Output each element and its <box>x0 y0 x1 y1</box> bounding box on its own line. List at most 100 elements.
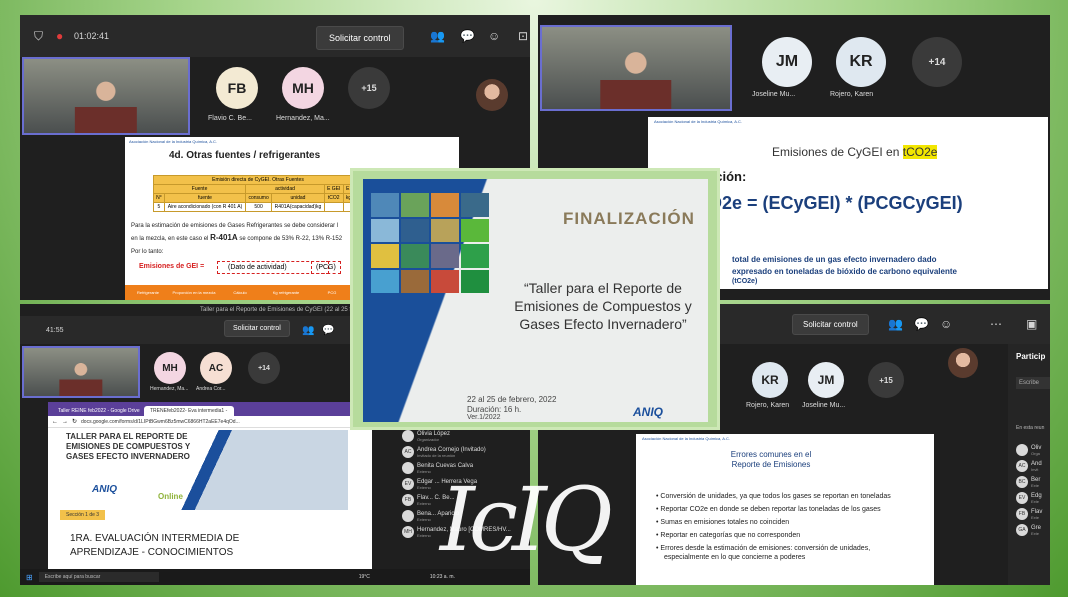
participant-role: Invitado de la reunión <box>417 452 456 458</box>
form-banner: TALLER PARA EL REPORTE DE EMISIONES DE C… <box>52 430 348 510</box>
share-icon[interactable]: ⊡ <box>518 29 528 43</box>
request-control-button[interactable]: Solicitar control <box>224 320 290 337</box>
final-heading: FINALIZACIÓN <box>563 209 695 228</box>
meeting-toolbar: ⛉ ● 01:02:41 Solicitar control 👥 💬 ☺ ⊡ <box>20 15 530 57</box>
participant-avatar: FB <box>402 494 414 506</box>
more-participants[interactable]: +15 <box>868 362 904 398</box>
bullet-item: • Sumas en emisiones totales no coincide… <box>656 519 790 526</box>
browser-tabs: Taller REINE feb2022 - Google Drive TREN… <box>48 402 372 416</box>
workshop-duration: Duración: 16 h. <box>467 405 522 414</box>
chat-icon[interactable]: 💬 <box>460 29 475 43</box>
participant-avatar: EV <box>402 478 414 490</box>
participant-row[interactable]: Oliv Orga <box>1016 444 1050 456</box>
avatar-jm: JM <box>762 37 812 87</box>
participant-name: Oliv <box>1031 444 1042 451</box>
participant-name: Edg <box>1031 492 1042 499</box>
industry-collage <box>371 193 489 293</box>
meeting-timer: 01:02:41 <box>74 31 110 41</box>
participant-name: Ber <box>1031 476 1041 483</box>
record-icon: ● <box>56 29 64 43</box>
participant-role: Orga <box>1031 450 1040 456</box>
more-participants[interactable]: +14 <box>248 352 280 384</box>
participant-name-fb: Flavio C. Be... <box>208 115 252 122</box>
participant-avatar <box>1016 444 1028 456</box>
shared-slide-errors: Asociación Nacional de la Industria Quím… <box>636 434 934 585</box>
final-slide: FINALIZACIÓN “Taller para el Reporte de … <box>363 179 708 422</box>
participant-role: Exte <box>1031 530 1040 536</box>
windows-taskbar: ⊞ Escribe aquí para buscar 19°C 10:23 a.… <box>20 569 530 585</box>
participant-row[interactable]: AC Andrea Cornejo (Invitado) Invitado de l… <box>402 446 522 458</box>
participant-role: Invit <box>1031 466 1039 472</box>
tab-drive[interactable]: Taller REINE feb2022 - Google Drive <box>52 406 142 416</box>
participant-avatar: AC <box>402 446 414 458</box>
participant-name: And <box>1031 460 1042 467</box>
request-control-button[interactable]: Solicitar control <box>792 314 869 335</box>
participant-role: Exte <box>1031 514 1040 520</box>
participant-row[interactable]: GA Gre Exte <box>1016 524 1050 536</box>
address-bar[interactable]: ← → ↻ docs.google.com/forms/d/1LIPtBGwm6… <box>48 416 372 428</box>
bullet-list: • Conversión de unidades, ya que todos l… <box>656 492 916 566</box>
chat-icon[interactable]: 💬 <box>322 325 334 336</box>
tab-forms[interactable]: TRENEfeb2022- Eva intermedia1 - <box>144 406 234 416</box>
timer: 41:55 <box>46 326 64 334</box>
participants-side-panel: Particip Escribe En esta reun Oliv Orga AC… <box>1008 344 1050 585</box>
slide-heading: Errores comunes en el Reporte de Emision… <box>730 450 812 469</box>
reactions-icon[interactable]: ☺ <box>940 317 952 331</box>
request-control-button[interactable]: Solicitar control <box>316 26 404 50</box>
browser-window: Taller REINE feb2022 - Google Drive TREN… <box>48 402 372 570</box>
final-slide-frame: FINALIZACIÓN “Taller para el Reporte de … <box>350 168 720 430</box>
participant-row[interactable]: AC And Invit <box>1016 460 1050 472</box>
taskbar-search[interactable]: Escribe aquí para buscar <box>38 572 159 582</box>
people-icon[interactable]: 👥 <box>302 325 314 336</box>
participant-row[interactable]: FB Flav Exte <box>1016 508 1050 520</box>
camera-icon[interactable]: ▣ <box>1026 317 1037 331</box>
participant-name-mh: Hernandez, Ma... <box>276 115 330 122</box>
more-options-icon[interactable]: ⋯ <box>990 317 1002 331</box>
chat-icon[interactable]: 💬 <box>914 317 929 331</box>
more-participants[interactable]: +14 <box>912 37 962 87</box>
people-icon[interactable]: 👥 <box>888 317 903 331</box>
participant-row[interactable]: EV Edg Exte <box>1016 492 1050 504</box>
participant-search[interactable]: Escribe <box>1016 377 1050 389</box>
avatar-jm: JM <box>808 362 844 398</box>
more-participants[interactable]: +15 <box>348 67 390 109</box>
participant-avatar: FB <box>1016 508 1028 520</box>
participant-photo <box>948 348 978 378</box>
bullet-item: • Conversión de unidades, ya que todos l… <box>656 493 891 500</box>
participant-row[interactable]: Olivia López Organizador <box>402 430 522 442</box>
avatar-mh: MH <box>282 67 324 109</box>
eval-title: 1RA. EVALUACIÓN INTERMEDIA DE APRENDIZAJ… <box>70 533 240 558</box>
participant-avatar: EV <box>1016 492 1028 504</box>
emissions-table: Emisión directa de CyGEI. Otras Fuentes … <box>152 175 364 212</box>
participant-role: Organizador <box>417 436 440 442</box>
participant-name: Gre <box>1031 524 1042 531</box>
participant-row[interactable]: BC Ber Exte <box>1016 476 1050 488</box>
participant-name: Flav <box>1031 508 1043 515</box>
url-text[interactable]: docs.google.com/forms/d/1LIPtBGwm6Bz5mwC… <box>81 419 240 425</box>
back-icon[interactable]: ← <box>52 419 58 425</box>
participant-avatar: GA <box>1016 524 1028 536</box>
speaker-video <box>540 25 732 111</box>
avatar-fb: FB <box>216 67 258 109</box>
reload-icon[interactable]: ↻ <box>72 418 77 425</box>
participant-name: Olivia López <box>417 430 451 437</box>
formula: O2e = (ECyGEI) * (PCGCyGEI) <box>708 193 963 213</box>
temperature: 19°C <box>358 574 370 580</box>
forward-icon[interactable]: → <box>62 419 68 425</box>
speaker-video <box>22 346 140 398</box>
bullet-item: • Reportar en categorías que no correspo… <box>656 532 801 539</box>
participant-photo <box>476 79 508 111</box>
participant-avatar <box>402 462 414 474</box>
clock-time: 10:23 a. m. <box>429 574 455 580</box>
workshop-version: Ver.1/2022 <box>467 414 501 421</box>
slide-title: 4d. Otras fuentes / refrigerantes <box>169 150 321 161</box>
participant-avatar: AC <box>1016 460 1028 472</box>
windows-start-icon[interactable]: ⊞ <box>26 573 33 582</box>
participant-avatar <box>402 430 414 442</box>
workshop-title: “Taller para el Reporte de Emisiones de … <box>514 280 692 332</box>
aniq-logo: ANIQ <box>633 405 663 419</box>
participant-role: Exte <box>1031 482 1040 488</box>
people-icon[interactable]: 👥 <box>430 29 445 43</box>
reactions-icon[interactable]: ☺ <box>488 29 500 43</box>
participant-avatar: MH <box>402 526 414 538</box>
